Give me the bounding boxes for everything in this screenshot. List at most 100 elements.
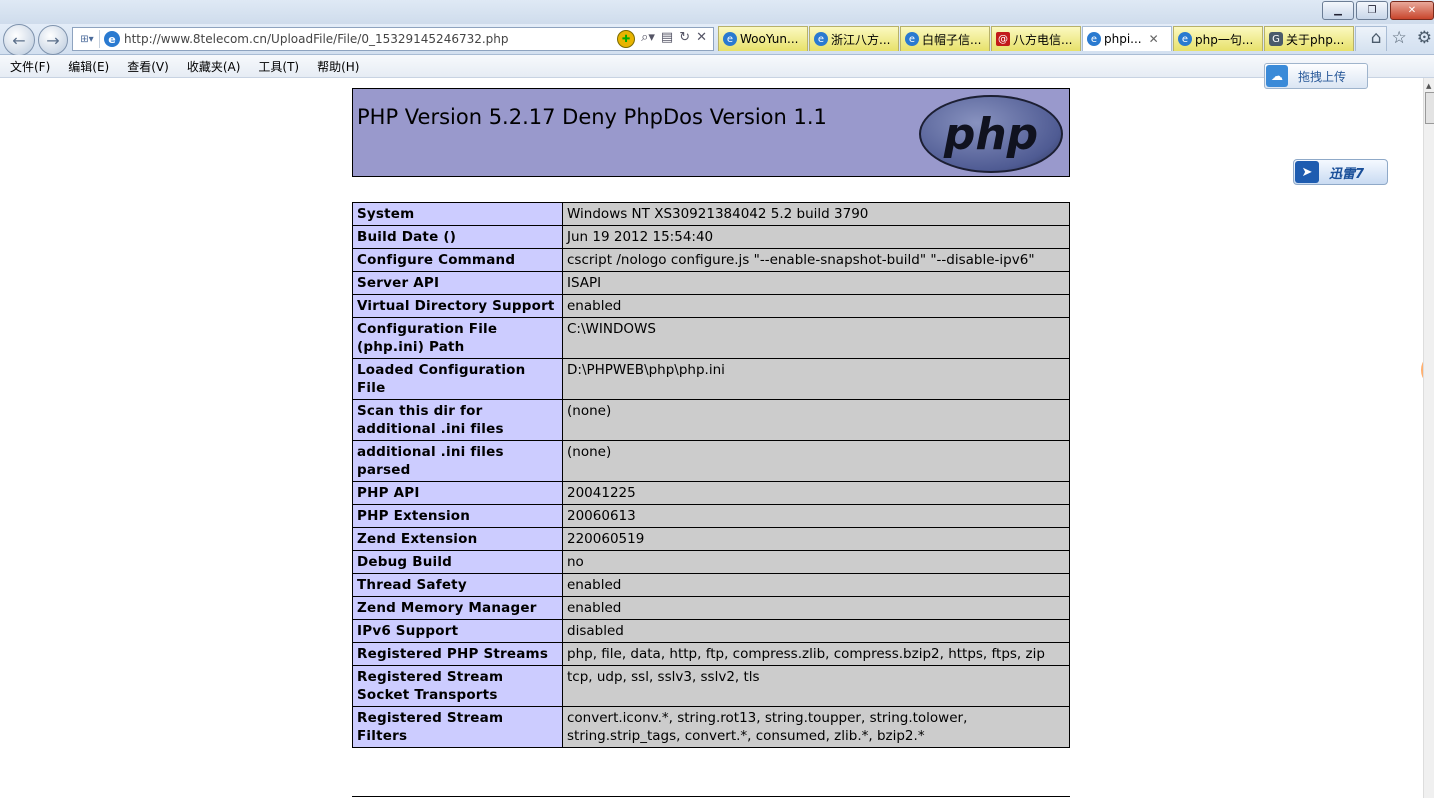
gear-icon[interactable]: ⚙ <box>1417 28 1432 48</box>
window-titlebar: ▁ ❐ ✕ <box>0 0 1434 24</box>
tab-label: WooYun... <box>740 32 799 46</box>
section-divider <box>352 796 1070 797</box>
drag-upload-button[interactable]: ☁ 拖拽上传 <box>1264 63 1368 89</box>
ie-icon: e <box>723 32 737 46</box>
menu-view[interactable]: 查看(V) <box>119 58 177 75</box>
forward-arrow-icon: → <box>46 30 60 50</box>
site-identity-dropdown[interactable]: ⊞▾ <box>75 30 100 48</box>
ie-icon: e <box>1178 32 1192 46</box>
ie-icon: e <box>1087 32 1101 46</box>
favorites-star-icon[interactable]: ☆ <box>1392 28 1407 48</box>
address-bar[interactable]: ⊞▾ e http://www.8telecom.cn/UploadFile/F… <box>72 27 714 51</box>
menu-favorites[interactable]: 收藏夹(A) <box>179 58 249 75</box>
menu-bar: 文件(F) 编辑(E) 查看(V) 收藏夹(A) 工具(T) 帮助(H) <box>0 55 1434 78</box>
tab-label: 八方电信... <box>1013 32 1073 47</box>
close-icon: ✕ <box>1407 5 1417 16</box>
tab-label: 浙江八方... <box>831 32 891 47</box>
php-info-key: Virtual Directory Support <box>352 294 563 318</box>
php-info-key: Zend Memory Manager <box>352 596 563 620</box>
tab-whitehat[interactable]: e 白帽子信... <box>900 26 990 51</box>
tab-strip: e WooYun... e 浙江八方... e 白帽子信... @ 八方电信..… <box>718 26 1387 52</box>
forward-button[interactable]: → <box>38 25 68 55</box>
tab-label: 白帽子信... <box>922 32 982 47</box>
php-info-value: no <box>562 550 1070 574</box>
php-info-value: 20041225 <box>562 481 1070 505</box>
php-info-value: enabled <box>562 573 1070 597</box>
php-info-row: Loaded Configuration File D:\PHPWEB\php\p… <box>352 358 1070 400</box>
compat-view-icon[interactable]: ▤ <box>661 30 673 48</box>
php-info-row: Zend Extension 220060519 <box>352 527 1070 551</box>
php-info-value: 20060613 <box>562 504 1070 528</box>
tab-label: phpi... <box>1104 32 1142 46</box>
close-tab-icon[interactable]: ✕ <box>1149 32 1159 46</box>
tab-php-oneliner[interactable]: e php一句... <box>1173 26 1263 51</box>
php-info-value: tcp, udp, ssl, sslv3, sslv2, tls <box>562 665 1070 707</box>
xunlei-bird-icon: ➤ <box>1295 161 1319 183</box>
minimize-button[interactable]: ▁ <box>1322 1 1354 20</box>
php-info-row: Debug Build no <box>352 550 1070 574</box>
php-info-row: System Windows NT XS30921384042 5.2 build… <box>352 202 1070 226</box>
ie-icon: e <box>905 32 919 46</box>
php-info-value: enabled <box>562 596 1070 620</box>
back-button[interactable]: ← <box>3 24 35 56</box>
scroll-up-icon[interactable]: ▲ <box>1426 82 1431 90</box>
menu-tools[interactable]: 工具(T) <box>250 58 307 75</box>
php-info-key: additional .ini files parsed <box>352 440 563 482</box>
search-icon[interactable]: ⌕▾ <box>641 30 655 48</box>
php-info-key: IPv6 Support <box>352 619 563 643</box>
navigation-bar: ← → ⊞▾ e http://www.8telecom.cn/UploadFi… <box>0 24 1434 56</box>
xunlei-button[interactable]: ➤ 迅雷7 <box>1293 159 1388 185</box>
php-logo: php <box>919 95 1063 173</box>
php-info-key: PHP API <box>352 481 563 505</box>
php-info-row: Thread Safety enabled <box>352 573 1070 597</box>
php-info-key: Scan this dir for additional .ini files <box>352 399 563 441</box>
php-info-key: Server API <box>352 271 563 295</box>
php-info-row: Virtual Directory Support enabled <box>352 294 1070 318</box>
refresh-icon[interactable]: ↻ <box>679 30 690 48</box>
php-info-key: Thread Safety <box>352 573 563 597</box>
xunlei-label: 迅雷7 <box>1329 166 1365 182</box>
browser-tools: ⌂ ☆ ⚙ <box>1371 28 1432 48</box>
ie-page-icon: e <box>104 31 120 47</box>
php-info-key: Registered Stream Socket Transports <box>352 665 563 707</box>
back-arrow-icon: ← <box>12 30 26 50</box>
php-header: PHP Version 5.2.17 Deny PhpDos Version 1… <box>352 88 1070 177</box>
close-window-button[interactable]: ✕ <box>1390 1 1434 20</box>
php-info-row: Build Date () Jun 19 2012 15:54:40 <box>352 225 1070 249</box>
php-info-key: PHP Extension <box>352 504 563 528</box>
tab-label: 关于php... <box>1286 32 1345 47</box>
home-icon[interactable]: ⌂ <box>1371 28 1382 48</box>
tab-phpinfo[interactable]: e phpi... ✕ <box>1082 26 1172 51</box>
tab-zhejiang[interactable]: e 浙江八方... <box>809 26 899 51</box>
php-info-row: Scan this dir for additional .ini files(… <box>352 399 1070 441</box>
at-icon: @ <box>996 32 1010 46</box>
php-info-row: IPv6 Support disabled <box>352 619 1070 643</box>
menu-help[interactable]: 帮助(H) <box>309 58 367 75</box>
php-info-value: Windows NT XS30921384042 5.2 build 3790 <box>562 202 1070 226</box>
tab-bafang[interactable]: @ 八方电信... <box>991 26 1081 51</box>
php-info-value: (none) <box>562 440 1070 482</box>
php-info-key: Registered Stream Filters <box>352 706 563 748</box>
php-info-value: enabled <box>562 294 1070 318</box>
tab-wooyun[interactable]: e WooYun... <box>718 26 808 51</box>
php-info-value: disabled <box>562 619 1070 643</box>
stop-icon[interactable]: ✕ <box>696 30 707 48</box>
php-info-key: Configuration File (php.ini) Path <box>352 317 563 359</box>
php-info-row: additional .ini files parsed (none) <box>352 440 1070 482</box>
php-info-key: Build Date () <box>352 225 563 249</box>
vertical-scrollbar[interactable]: ▲ <box>1423 78 1434 798</box>
php-info-row: Registered Stream Socket Transports tcp, … <box>352 665 1070 707</box>
restore-button[interactable]: ❐ <box>1356 1 1388 20</box>
address-tools: ✚ ⌕▾ ▤ ↻ ✕ <box>617 30 713 48</box>
menu-file[interactable]: 文件(F) <box>2 58 58 75</box>
php-info-value: ISAPI <box>562 271 1070 295</box>
php-info-row: Configure Command cscript /nologo configu… <box>352 248 1070 272</box>
drag-upload-label: 拖拽上传 <box>1298 69 1347 84</box>
scrollbar-thumb[interactable] <box>1425 92 1434 124</box>
url-text[interactable]: http://www.8telecom.cn/UploadFile/File/0… <box>124 32 617 46</box>
php-info-key: System <box>352 202 563 226</box>
menu-edit[interactable]: 编辑(E) <box>60 58 117 75</box>
page-content: PHP Version 5.2.17 Deny PhpDos Version 1… <box>0 78 1423 798</box>
tab-about-php[interactable]: G 关于php... <box>1264 26 1354 51</box>
compatibility-icon[interactable]: ✚ <box>617 30 636 48</box>
